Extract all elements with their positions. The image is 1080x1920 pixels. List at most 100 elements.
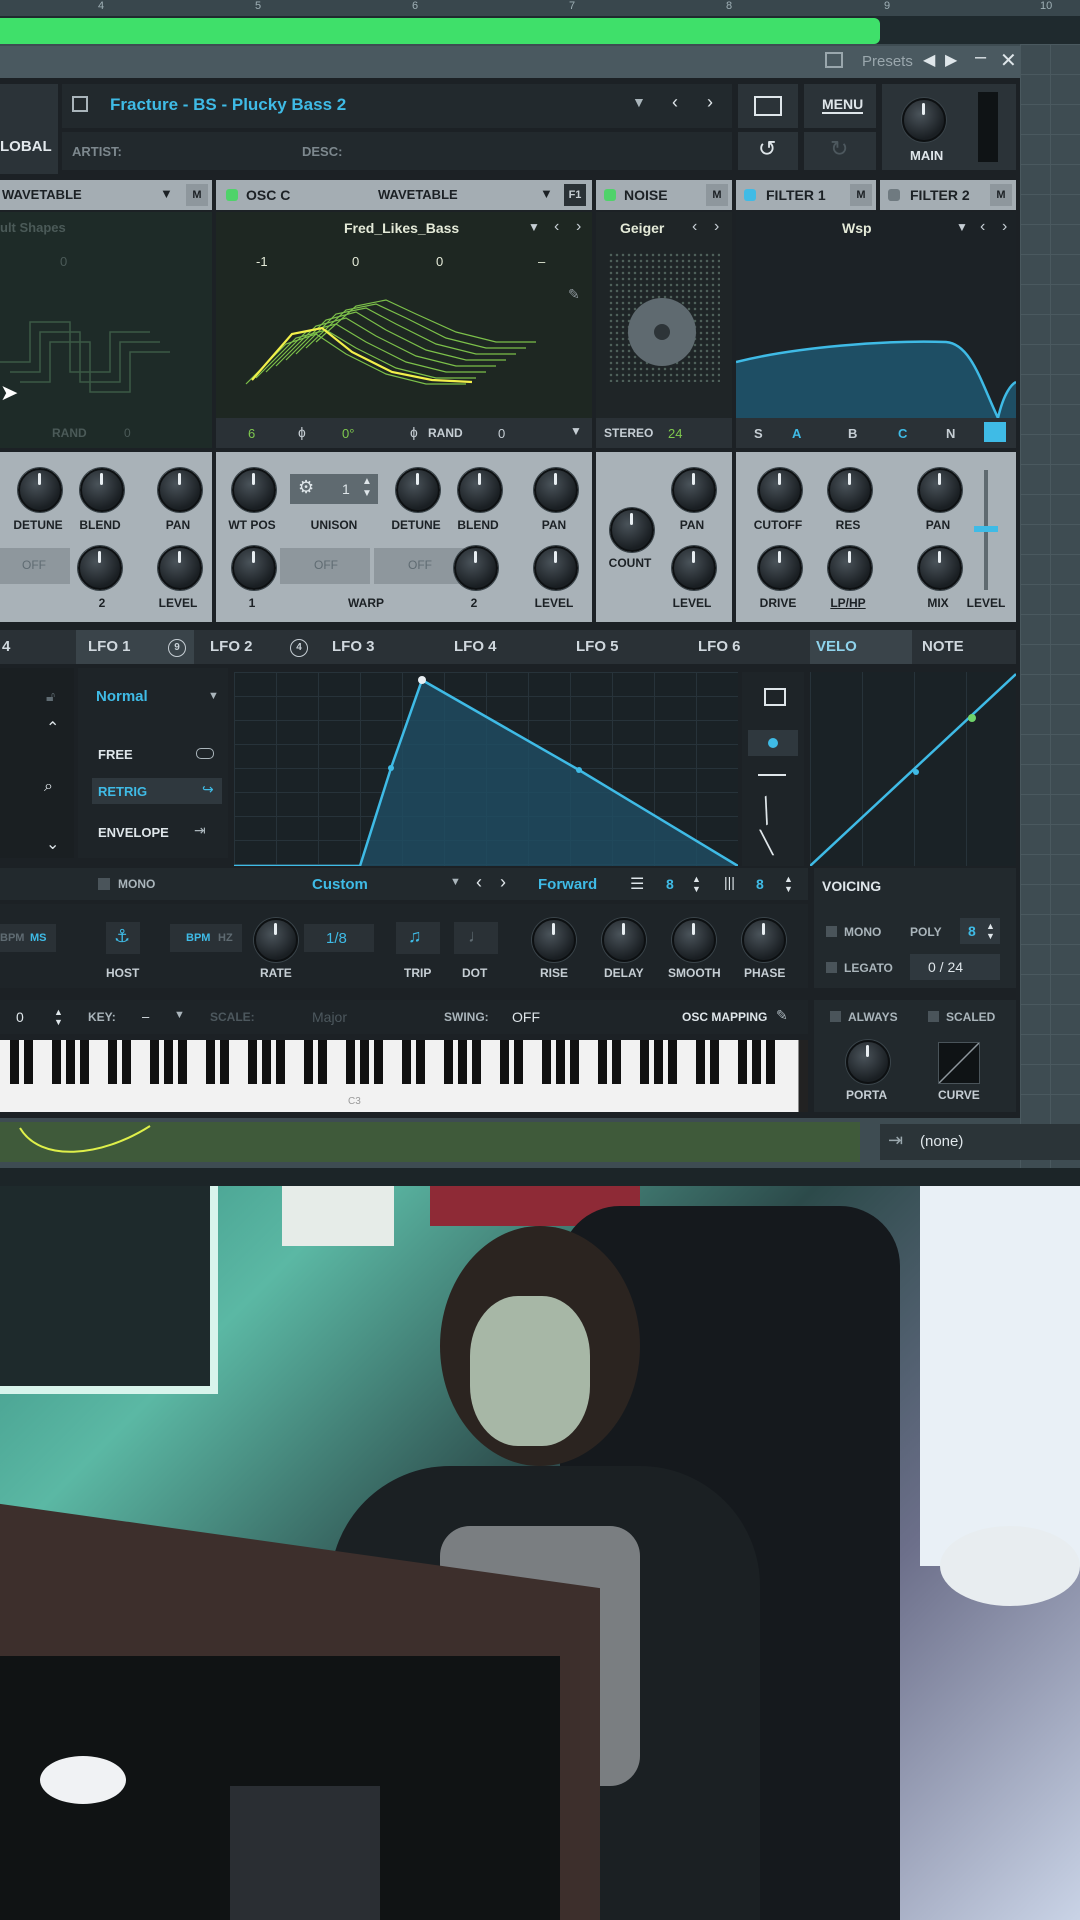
black-key[interactable] [24, 1040, 33, 1084]
octave-stepper-icon[interactable]: ▲ ▼ [54, 1007, 63, 1027]
poly-stepper[interactable]: 8 ▲ ▼ [960, 918, 1000, 944]
filter-prev-icon[interactable]: ‹ [980, 218, 985, 236]
black-key[interactable] [654, 1040, 663, 1084]
undo-button[interactable]: ↺ [738, 132, 798, 170]
filter-next-icon[interactable]: › [1002, 218, 1007, 236]
black-key[interactable] [80, 1040, 89, 1084]
flat-tool-icon[interactable] [758, 774, 786, 776]
lfo-shape-prev-icon[interactable]: ‹ [476, 872, 482, 893]
osc-b-dropdown-icon[interactable]: ▼ [160, 186, 173, 201]
black-key[interactable] [164, 1040, 173, 1084]
osc-mapping-label[interactable]: OSC MAPPING [682, 1010, 767, 1024]
osc-b-warp-box[interactable]: OFF [0, 548, 70, 584]
black-key[interactable] [66, 1040, 75, 1084]
ramp-up-tool-icon[interactable]: ╱ [754, 796, 778, 825]
curve-display[interactable] [938, 1042, 980, 1084]
filter-type-dropdown-icon[interactable]: ▼ [956, 220, 968, 234]
tab-lfo5[interactable]: LFO 5 [576, 630, 619, 664]
playback-progress-bar[interactable] [0, 18, 880, 44]
presets-label[interactable]: Presets [862, 53, 913, 70]
black-key[interactable] [416, 1040, 425, 1084]
noise-pan-knob[interactable] [672, 468, 716, 512]
noise-next-icon[interactable]: › [714, 218, 719, 236]
route-n-button[interactable]: N [946, 426, 955, 441]
lfo-direction-dropdown[interactable]: Forward [538, 876, 597, 893]
filter-cutoff-knob[interactable] [758, 468, 802, 512]
tab-lfo4[interactable]: LFO 4 [454, 630, 497, 664]
osc-c-type[interactable]: WAVETABLE [378, 187, 458, 202]
osc-c-warp1-box[interactable]: OFF [280, 548, 370, 584]
piano-keys[interactable] [0, 1040, 808, 1112]
piano-keyboard[interactable]: C3 [0, 1040, 808, 1112]
osc-c-pan-knob[interactable] [534, 468, 578, 512]
prev-icon[interactable]: ‹ [672, 92, 678, 113]
black-key[interactable] [710, 1040, 719, 1084]
tab-env4[interactable]: 4 [2, 630, 10, 664]
lfo-mono-checkbox[interactable] [98, 878, 110, 890]
menu-button[interactable]: MENU [804, 84, 876, 128]
black-key[interactable] [598, 1040, 607, 1084]
octave-value[interactable]: 0 [16, 1009, 24, 1025]
next-icon[interactable]: › [707, 92, 713, 113]
lfo-smooth-knob[interactable] [672, 918, 716, 962]
osc-mapping-edit-icon[interactable]: ✎ [776, 1007, 788, 1024]
tab-lfo1[interactable]: LFO 1 9 [76, 630, 194, 664]
osc-b-pan-knob[interactable] [158, 468, 202, 512]
browser-grid-icon[interactable] [825, 52, 843, 68]
black-key[interactable] [318, 1040, 327, 1084]
lfo-shape-dropdown[interactable]: Custom [312, 876, 368, 893]
tab-lfo2[interactable]: LFO 2 [210, 630, 253, 664]
minimize-icon[interactable]: – [975, 46, 986, 69]
next-preset-icon[interactable]: ▶ [945, 50, 957, 70]
lfo-mode-dropdown-icon[interactable]: ▼ [208, 690, 219, 702]
osc-c-fine[interactable]: 0 [436, 254, 443, 269]
unison-value[interactable]: 1 [342, 481, 350, 497]
noise-level-knob[interactable] [672, 546, 716, 590]
trip-button[interactable]: ♫ [396, 922, 440, 954]
black-key[interactable] [556, 1040, 565, 1084]
always-checkbox[interactable] [830, 1011, 841, 1022]
black-key[interactable] [304, 1040, 313, 1084]
lfo-grid-y-stepper-icon[interactable]: ▲ ▼ [784, 874, 793, 894]
bpm-hz-toggle[interactable]: BPM HZ [170, 924, 242, 952]
black-key[interactable] [360, 1040, 369, 1084]
unison-stepper-icon[interactable]: ▲ ▼ [362, 476, 372, 500]
osc-c-display[interactable]: Fred_Likes_Bass ▼ ‹ › -1 0 0 – ✎ 6 ɸ 0° … [216, 212, 592, 448]
unison-box[interactable]: ⚙ 1 ▲ ▼ [290, 474, 378, 504]
redo-button[interactable]: ↻ [804, 132, 876, 170]
noise-name[interactable]: Geiger [620, 220, 664, 236]
black-key[interactable] [206, 1040, 215, 1084]
white-key[interactable] [784, 1040, 799, 1112]
browser-button[interactable] [738, 84, 798, 128]
filter-type[interactable]: Wsp [842, 220, 872, 236]
swing-value[interactable]: OFF [512, 1009, 540, 1025]
osc-b-blend-knob[interactable] [80, 468, 124, 512]
lfo-retrig-option[interactable]: RETRIG ↪ [92, 778, 222, 804]
osc-b-warp-knob[interactable] [78, 546, 122, 590]
osc-b-type[interactable]: WAVETABLE [2, 187, 82, 202]
black-key[interactable] [472, 1040, 481, 1084]
black-key[interactable] [640, 1040, 649, 1084]
black-key[interactable] [108, 1040, 117, 1084]
lfo-rate-knob[interactable] [254, 918, 298, 962]
black-key[interactable] [612, 1040, 621, 1084]
osc-c-wave-name[interactable]: Fred_Likes_Bass [344, 220, 459, 236]
automation-target[interactable]: ⇥ (none) [880, 1124, 1080, 1160]
osc-c-wave-dropdown-icon[interactable]: ▼ [528, 220, 540, 234]
osc-c-detune-knob[interactable] [396, 468, 440, 512]
lfo-graph[interactable] [234, 672, 738, 866]
lfo-mode-dropdown[interactable]: Normal [96, 688, 148, 705]
ramp-down-tool-icon[interactable]: ╲ [760, 830, 773, 856]
osc-b-detune-knob[interactable] [18, 468, 62, 512]
lfo-rise-knob[interactable] [532, 918, 576, 962]
osc-c-f1-route[interactable]: F1 [564, 184, 586, 206]
osc-c-prev-icon[interactable]: ‹ [554, 218, 559, 236]
filter-lphp-knob[interactable] [828, 546, 872, 590]
velo-graph[interactable] [810, 672, 1016, 866]
noise-display[interactable]: Geiger ‹ › STEREO 24 [596, 212, 732, 448]
osc-c-coarse[interactable]: – [538, 254, 545, 269]
lfo-down-icon[interactable]: ⌄ [46, 834, 59, 854]
osc-c-octave[interactable]: -1 [256, 254, 268, 269]
global-tab[interactable]: LOBAL [0, 84, 58, 174]
filter-pan-knob[interactable] [918, 468, 962, 512]
